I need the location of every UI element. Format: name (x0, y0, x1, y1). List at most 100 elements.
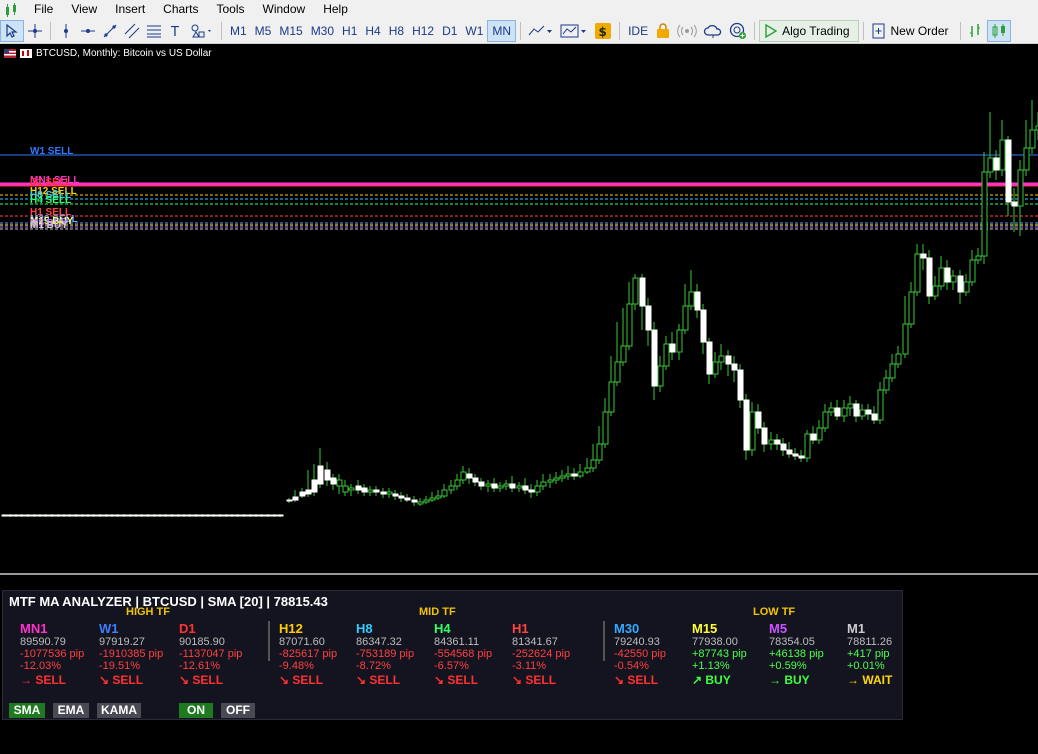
tf-column-h12: H12 87071.60 -825617 pip -9.48% ↘ SELL (279, 621, 337, 686)
menu-help[interactable]: Help (315, 0, 358, 19)
templates-button[interactable] (557, 20, 591, 42)
candle-body (1017, 169, 1024, 207)
tf-name: M1 (847, 621, 866, 636)
candle-body (133, 514, 140, 517)
bar-chart-button[interactable] (965, 20, 987, 42)
timeframe-button-d1[interactable]: D1 (438, 20, 461, 42)
ma-value: 79240.93 (614, 636, 660, 648)
pip-distance: -825617 pip (279, 648, 338, 660)
timeframe-button-mn[interactable]: MN (487, 20, 517, 42)
timeframe-button-h1[interactable]: H1 (338, 20, 361, 42)
channel-button[interactable] (121, 20, 143, 42)
algo-trading-label: Algo Trading (782, 24, 850, 38)
tf-column-h1: H1 81341.67 -252624 pip -3.11% ↘ SELL (512, 621, 570, 686)
candle-body (743, 399, 750, 451)
tf-column-m5: M5 78354.05 +46138 pip +0.59% → BUY (769, 621, 824, 686)
candle-body (55, 514, 62, 517)
off-button[interactable]: OFF (221, 703, 255, 718)
menu-insert[interactable]: Insert (107, 0, 155, 19)
candle-body (522, 485, 529, 491)
new-order-button[interactable]: New Order (868, 20, 956, 42)
candle-body (127, 514, 134, 517)
menu-tools[interactable]: Tools (209, 0, 255, 19)
timeframe-button-h8[interactable]: H8 (385, 20, 408, 42)
market-button[interactable]: $ (591, 20, 615, 42)
community-button[interactable] (726, 20, 750, 42)
trendline-button[interactable] (99, 20, 121, 42)
candle-body (348, 487, 355, 491)
new-order-label: New Order (890, 24, 949, 38)
candle-body (151, 514, 158, 517)
timeframe-button-m30[interactable]: M30 (307, 20, 338, 42)
percent-distance: +1.13% (692, 660, 730, 672)
new-order-icon (872, 23, 884, 39)
text-tool-button[interactable]: T (165, 20, 187, 42)
toolbar-separator (619, 22, 621, 40)
menu-window[interactable]: Window (255, 0, 316, 19)
candle-body (491, 483, 498, 489)
shapes-button[interactable] (187, 20, 217, 42)
candle-body (792, 453, 799, 457)
candle-body (822, 411, 829, 429)
sma-button[interactable]: SMA (9, 703, 45, 718)
pip-distance: +417 pip (847, 648, 890, 660)
indicators-button[interactable] (525, 20, 557, 42)
ma-value: 89590.79 (20, 636, 66, 648)
candlestick-icon (992, 24, 1005, 38)
menu-file[interactable]: File (26, 0, 63, 19)
candle-body (645, 305, 652, 331)
menu-view[interactable]: View (63, 0, 107, 19)
kama-button[interactable]: KAMA (97, 703, 141, 718)
candle-body (712, 361, 719, 375)
algo-trading-button[interactable]: Algo Trading (759, 20, 859, 42)
crosshair-tool-button[interactable] (24, 20, 46, 42)
timeframe-button-w1[interactable]: W1 (461, 20, 487, 42)
lock-button[interactable] (652, 20, 674, 42)
on-button[interactable]: ON (179, 703, 213, 718)
candlestick-chart-button[interactable] (986, 20, 1011, 42)
candle-body (103, 514, 110, 517)
price-chart[interactable]: W1 SELLMN1 SELLD1 SELLH12 SELLH8 SELLH4 … (0, 60, 1038, 572)
timeframe-button-h4[interactable]: H4 (361, 20, 384, 42)
ema-button[interactable]: EMA (53, 703, 89, 718)
candle-body (460, 471, 467, 481)
timeframe-button-h12[interactable]: H12 (408, 20, 438, 42)
ma-level-label: H4 SELL (30, 195, 71, 206)
candle-body (626, 303, 633, 347)
signal-label: ↘ SELL (356, 673, 401, 687)
candle-body (145, 514, 152, 517)
chart-panel-splitter[interactable] (0, 573, 1038, 575)
candle-body (676, 329, 683, 353)
candle-body (7, 514, 14, 517)
signal-label: → WAIT (847, 673, 893, 687)
candle-body (265, 514, 272, 517)
horizontal-line-button[interactable] (77, 20, 99, 42)
candle-body (706, 341, 713, 375)
candle-body (768, 439, 775, 445)
timeframe-button-m15[interactable]: M15 (275, 20, 306, 42)
vps-button[interactable] (700, 20, 726, 42)
menu-charts[interactable]: Charts (155, 0, 208, 19)
vertical-line-button[interactable] (55, 20, 77, 42)
fibonacci-button[interactable] (143, 20, 165, 42)
candle-body (651, 329, 658, 387)
candle-body (85, 514, 92, 517)
ide-button[interactable]: IDE (624, 20, 652, 42)
timeframe-button-m1[interactable]: M1 (226, 20, 251, 42)
candle-body (663, 343, 670, 367)
candle-body (330, 477, 337, 485)
cursor-tool-button[interactable] (0, 20, 24, 42)
candle-body (485, 483, 492, 487)
horizontal-line-icon (81, 29, 95, 33)
ma-level-label: M1 BUY (30, 220, 68, 231)
candle-body (466, 473, 473, 479)
signals-button[interactable] (674, 20, 700, 42)
candle-body (336, 479, 343, 487)
tf-column-m15: M15 77938.00 +87743 pip +1.13% ↗ BUY (692, 621, 747, 686)
ma-value: 78811.26 (847, 636, 893, 648)
timeframe-button-m5[interactable]: M5 (251, 20, 276, 42)
candle-body (528, 489, 535, 493)
candle-body (311, 479, 318, 493)
candle-body (79, 514, 86, 517)
candle-body (834, 407, 841, 417)
